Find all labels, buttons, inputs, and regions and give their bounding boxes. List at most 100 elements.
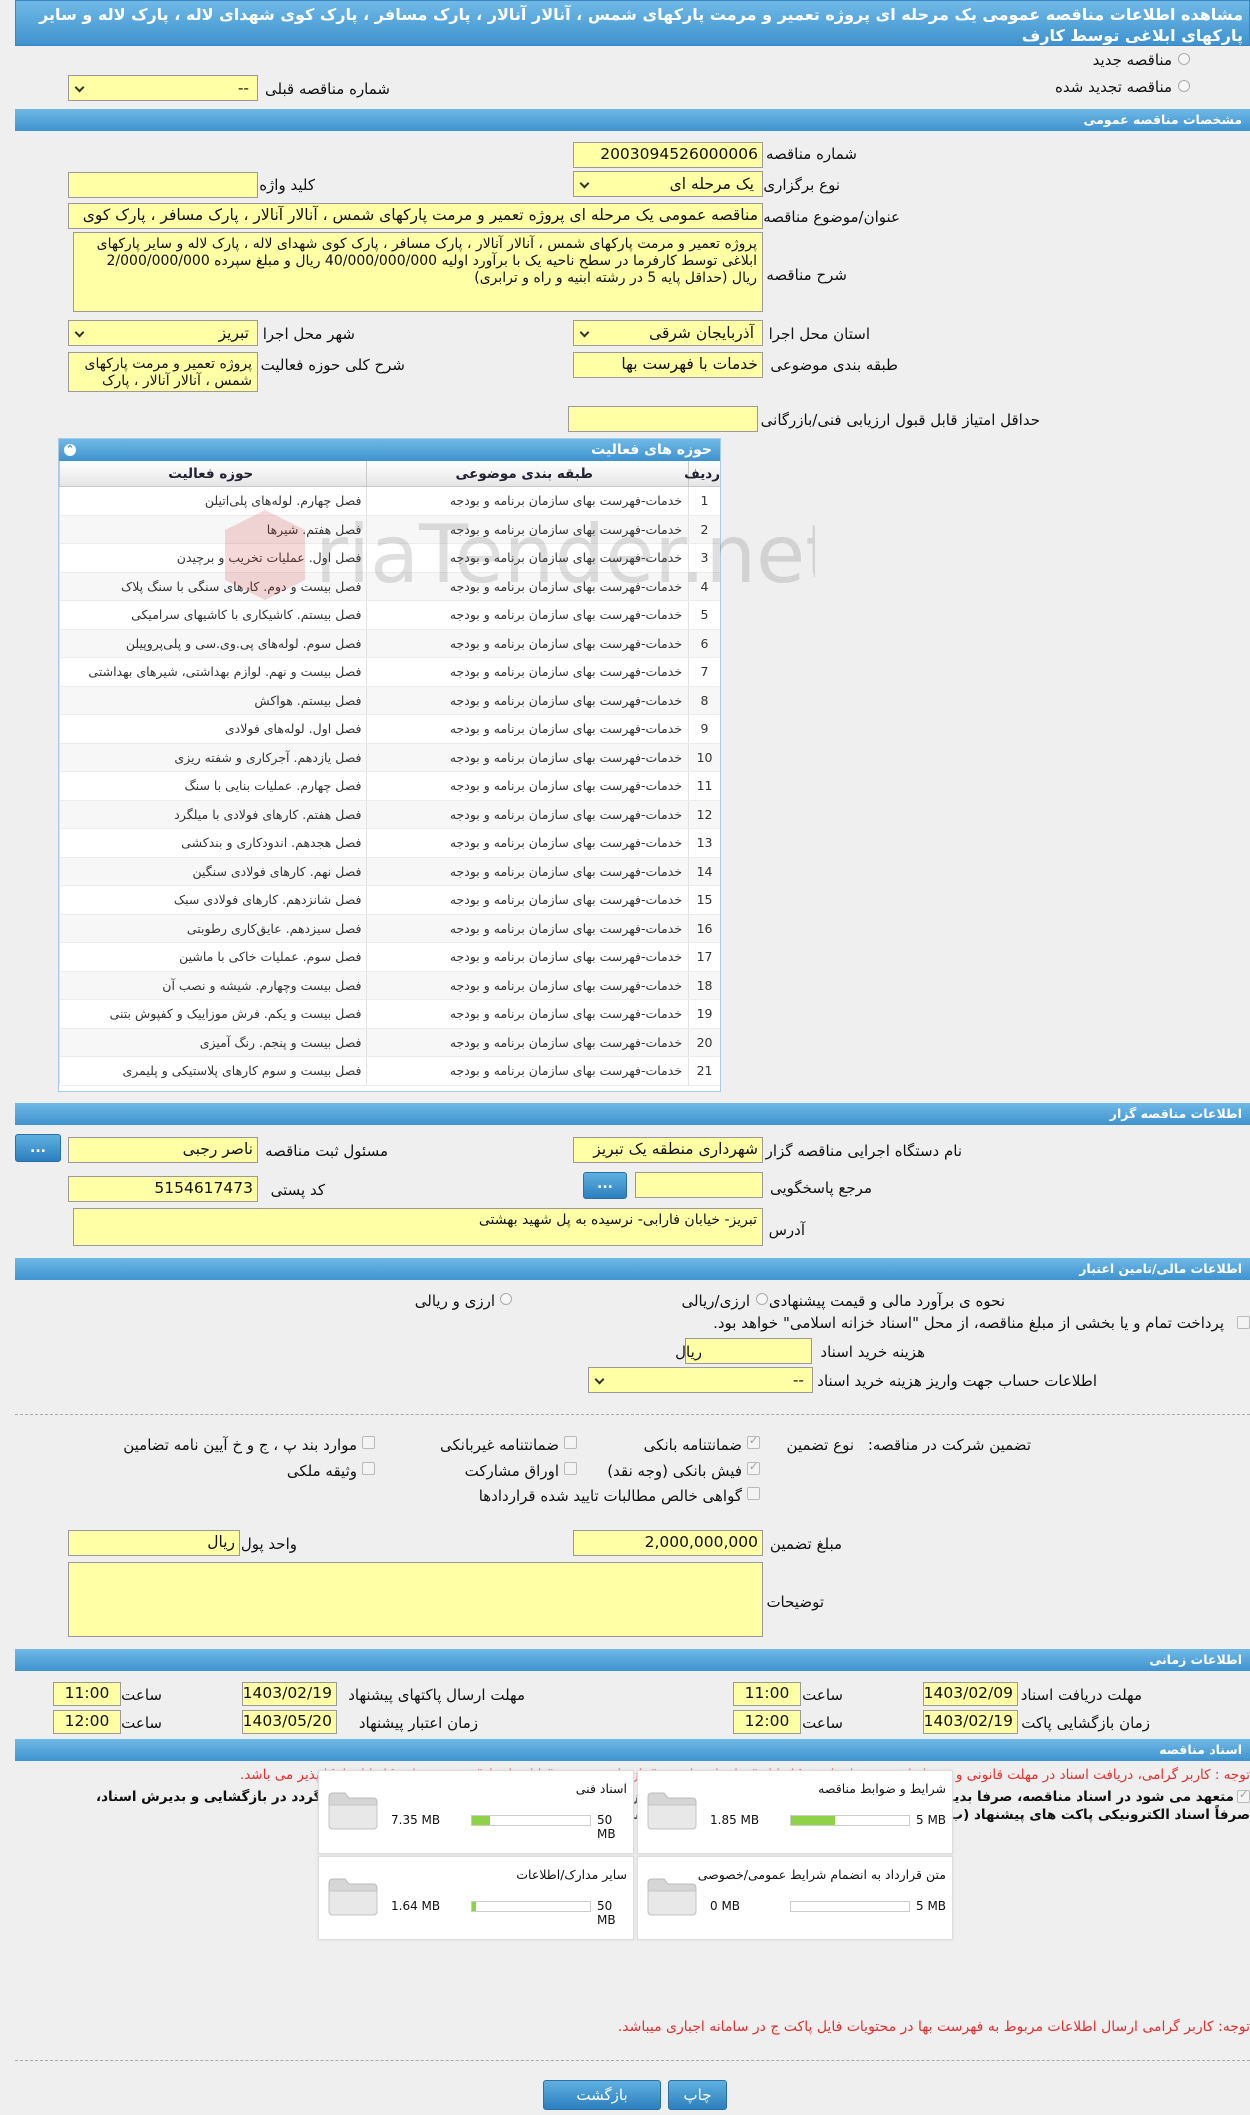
guarantee-amount-field[interactable]: 2,000,000,000 (573, 1530, 763, 1556)
scope-field[interactable]: پروژه تعمیر و مرمت پارکهای شمس ، آنالار … (68, 352, 258, 392)
bank-guarantee-checkbox[interactable] (747, 1434, 760, 1449)
category-field[interactable]: خدمات با فهرست بها (573, 352, 763, 378)
doc-receive-time[interactable]: 11:00 (733, 1682, 801, 1706)
activity-row-field: فصل شانزدهم. کارهای فولادی سبک (59, 886, 366, 914)
activity-row-field: فصل بیست و یکم. فرش موزاییک و کفپوش بتنی (59, 1000, 366, 1028)
property-deed-label: وثیقه ملکی (286, 1462, 357, 1480)
section-general: مشخصات مناقصه عمومی (15, 109, 1250, 131)
activity-row-category: خدمات-فهرست بهای سازمان برنامه و بودجه (365, 601, 689, 629)
activity-row-field: فصل سوم. لوله‌های پی.وی.سی و پلی‌پروپیلن (59, 629, 366, 657)
document-card[interactable]: سایر مدارک/اطلاعات 1.64 MB 50 MB (318, 1856, 634, 1940)
activity-row: 3 خدمات-فهرست بهای سازمان برنامه و بودجه ف… (59, 544, 720, 573)
nonbank-guarantee-checkbox[interactable] (564, 1436, 577, 1449)
activity-row-field: فصل بیست وچهارم. شیشه و نصب آن (59, 971, 366, 999)
city-select[interactable]: تبریز (68, 320, 258, 346)
bank-receipt-checkbox[interactable] (747, 1460, 760, 1475)
receivables-cert-label: گواهی خالص مطالبات تایید شده قراردادها (478, 1487, 742, 1505)
reference-lookup-button[interactable]: ... (583, 1172, 627, 1199)
city-label: شهر محل اجرا (262, 325, 355, 343)
org-field[interactable]: شهرداری منطقه یک تبریز (573, 1137, 763, 1163)
footer-divider (15, 2060, 1250, 2061)
send-deadline-time[interactable]: 11:00 (53, 1682, 121, 1706)
opening-time-label: ساعت (802, 1714, 843, 1732)
activity-row-number: 20 (688, 1028, 720, 1056)
doc-cost-field[interactable] (685, 1338, 812, 1364)
tender-type-select[interactable]: یک مرحله ای (573, 171, 763, 197)
activity-row-field: فصل هفتم. کارهای فولادی با میلگرد (59, 800, 366, 828)
print-button[interactable]: چاپ (668, 2080, 727, 2110)
new-tender-radio[interactable] (1178, 53, 1190, 65)
subject-label: عنوان/موضوع مناقصه (763, 208, 900, 226)
responsible-lookup-button[interactable]: ... (15, 1134, 61, 1162)
activity-row-number: 11 (688, 772, 720, 800)
bonds-checkbox[interactable] (564, 1462, 577, 1475)
clause-guarantee-checkbox[interactable] (362, 1436, 375, 1449)
activity-row-category: خدمات-فهرست بهای سازمان برنامه و بودجه (365, 743, 689, 771)
back-button[interactable]: بازگشت (543, 2080, 661, 2110)
activity-row-number: 2 (688, 515, 720, 543)
activity-row-field: فصل یازدهم. آجرکاری و شفته ریزی (59, 743, 366, 771)
prev-tender-label: شماره مناقصه قبلی (265, 80, 390, 98)
keyword-field[interactable] (68, 172, 258, 198)
opening-label: زمان بازگشایی پاکت ها (1003, 1714, 1150, 1732)
activity-row-category: خدمات-فهرست بهای سازمان برنامه و بودجه (365, 572, 689, 600)
account-select[interactable]: -- (588, 1367, 813, 1393)
send-deadline-label: مهلت ارسال پاکتهای پیشنهاد (348, 1686, 525, 1704)
document-size: 7.35 MB (391, 1813, 441, 1827)
property-deed-checkbox[interactable] (362, 1462, 375, 1475)
rial-radio[interactable] (756, 1293, 768, 1305)
activity-row: 4 خدمات-فهرست بهای سازمان برنامه و بودجه ف… (59, 572, 720, 601)
document-card[interactable]: اسناد فنی 7.35 MB 50 MB (318, 1770, 634, 1854)
prev-tender-select[interactable]: -- (68, 75, 258, 101)
address-field[interactable]: تبریز- خیابان فارابی- نرسیده به پل شهید … (73, 1208, 763, 1246)
description-label: شرح مناقصه (766, 266, 847, 284)
province-select[interactable]: آذربایجان شرقی (573, 320, 763, 346)
document-progress (790, 1815, 910, 1826)
send-deadline-date[interactable]: 1403/02/19 (242, 1682, 337, 1706)
validity-date[interactable]: 1403/05/20 (242, 1710, 337, 1734)
renewed-tender-radio[interactable] (1178, 80, 1190, 92)
activity-row-category: خدمات-فهرست بهای سازمان برنامه و بودجه (365, 629, 689, 657)
min-score-label: حداقل امتیاز قابل قبول ارزیابی فنی/بازرگ… (760, 411, 1040, 429)
notes-field[interactable] (68, 1562, 763, 1637)
activity-row-field: فصل اول. عملیات تخریب و برچیدن (59, 544, 366, 572)
activity-row-number: 18 (688, 971, 720, 999)
reference-label: مرجع پاسخگویی (769, 1179, 872, 1197)
opening-date[interactable]: 1403/02/19 (923, 1710, 1018, 1734)
responsible-field[interactable]: ناصر رجبی (68, 1137, 258, 1163)
document-name: شرایط و ضوابط مناقصه (818, 1781, 946, 1796)
activity-row-number: 6 (688, 629, 720, 657)
document-card[interactable]: متن قرارداد به انضمام شرایط عمومی/خصوصی 0… (637, 1856, 953, 1940)
tender-number-field[interactable]: 2003094526000006 (573, 142, 763, 168)
validity-time[interactable]: 12:00 (53, 1710, 121, 1734)
islamic-treasury-checkbox[interactable] (1237, 1316, 1250, 1329)
activity-row-number: 10 (688, 743, 720, 771)
rial-option-label: ارزی/ریالی (681, 1292, 750, 1310)
activity-row: 11 خدمات-فهرست بهای سازمان برنامه و بودجه… (59, 772, 720, 801)
activity-row-number: 7 (688, 658, 720, 686)
nonbank-guarantee-label: ضمانتنامه غیربانکی (440, 1436, 559, 1454)
activity-row: 8 خدمات-فهرست بهای سازمان برنامه و بودجه ف… (59, 686, 720, 715)
min-score-field[interactable] (568, 406, 758, 432)
currency-rial-radio[interactable] (500, 1293, 512, 1305)
doc-receive-date[interactable]: 1403/02/09 (923, 1682, 1018, 1706)
receivables-cert-checkbox[interactable] (747, 1487, 760, 1500)
activity-row: 1 خدمات-فهرست بهای سازمان برنامه و بودجه ف… (59, 487, 720, 516)
activity-row: 5 خدمات-فهرست بهای سازمان برنامه و بودجه ف… (59, 601, 720, 630)
postal-field[interactable]: 5154617473 (68, 1176, 258, 1202)
page-title: مشاهده اطلاعات مناقصه عمومی یک مرحله ای … (15, 0, 1250, 46)
divider (15, 1414, 1250, 1415)
activity-row: 13 خدمات-فهرست بهای سازمان برنامه و بودجه… (59, 829, 720, 858)
activity-row-category: خدمات-فهرست بهای سازمان برنامه و بودجه (365, 544, 689, 572)
description-field[interactable]: پروژه تعمیر و مرمت پارکهای شمس ، آنالار … (73, 232, 763, 312)
reference-field[interactable] (635, 1172, 763, 1198)
activity-row: 7 خدمات-فهرست بهای سازمان برنامه و بودجه ف… (59, 658, 720, 687)
activity-row: 21 خدمات-فهرست بهای سازمان برنامه و بودجه… (59, 1057, 720, 1086)
activity-row-category: خدمات-فهرست بهای سازمان برنامه و بودجه (365, 658, 689, 686)
subject-field[interactable]: مناقصه عمومی یک مرحله ای پروژه تعمیر و م… (68, 203, 763, 229)
opening-time[interactable]: 12:00 (733, 1710, 801, 1734)
currency-unit-field[interactable]: ریال (68, 1530, 240, 1556)
document-card[interactable]: شرایط و ضوابط مناقصه 1.85 MB 5 MB (637, 1770, 953, 1854)
bank-guarantee-label: ضمانتنامه بانکی (643, 1436, 742, 1454)
collapse-icon[interactable]: ⌃ (64, 444, 76, 456)
